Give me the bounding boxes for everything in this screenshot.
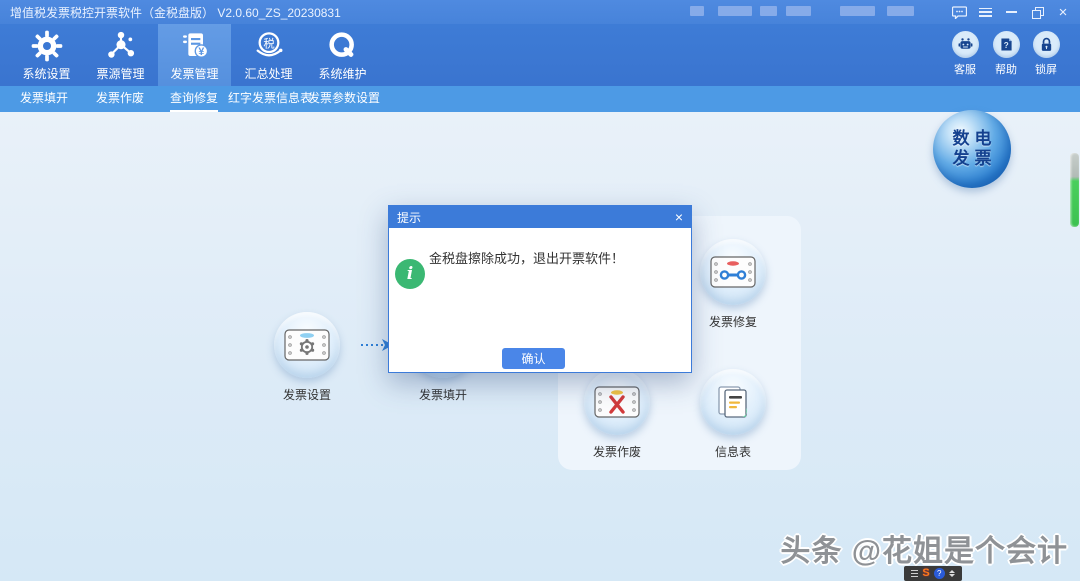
quick-item-help[interactable]: ? 帮助 (984, 24, 1028, 86)
svg-text:¥: ¥ (198, 46, 204, 58)
quick-item-label: 帮助 (995, 61, 1017, 77)
invoice-repair-icon (700, 239, 766, 305)
info-table-icon (700, 369, 766, 435)
close-button[interactable]: × (1050, 0, 1076, 24)
shortcut-label: 发票作废 (584, 443, 650, 460)
lock-icon (1033, 31, 1060, 58)
watermark-text: 头条 @花姐是个会计 (780, 526, 1068, 570)
redacted-block (887, 6, 914, 16)
title-bar: 增值税发票税控开票软件（金税盘版） V2.0.60_ZS_20230831 × (0, 0, 1080, 24)
shortcut-label: 发票设置 (274, 386, 340, 403)
shortcut-label: 发票填开 (410, 386, 476, 403)
wrench-icon (327, 28, 359, 64)
shortcut-invoice-settings[interactable]: 发票设置 (274, 312, 340, 403)
toolbar-item-invoice-management[interactable]: ¥ 发票管理 (158, 24, 231, 86)
invoice-settings-icon (274, 312, 340, 378)
app-window: 增值税发票税控开票软件（金税盘版） V2.0.60_ZS_20230831 × … (0, 0, 1080, 581)
tax-coin-icon: 税 (253, 28, 285, 64)
toolbar-item-label: 汇总处理 (244, 65, 292, 82)
shortcut-invoice-repair[interactable]: 发票修复 (700, 239, 766, 330)
digital-invoice-badge: 数电 发票 (933, 110, 1011, 188)
help-book-icon: ? (993, 31, 1020, 58)
quick-item-label: 锁屏 (1035, 61, 1057, 77)
ime-help-icon: ? (934, 568, 945, 579)
toolbar-item-summary-processing[interactable]: 税 汇总处理 (232, 24, 305, 86)
ime-toolbar[interactable]: S ? (904, 566, 962, 581)
robot-icon (952, 31, 979, 58)
submenu-item-red-letter-info[interactable]: 红字发票信息表 (228, 86, 312, 112)
dialog-title: 提示 (389, 209, 667, 226)
shortcut-label: 发票修复 (700, 313, 766, 330)
toolbar-item-system-maintenance[interactable]: 系统维护 (306, 24, 379, 86)
svg-text:?: ? (1003, 41, 1008, 50)
toolbar-item-system-settings[interactable]: 系统设置 (10, 24, 83, 86)
menu-icon[interactable] (972, 0, 998, 24)
info-icon: i (395, 259, 425, 289)
quick-item-label: 客服 (954, 61, 976, 77)
network-icon (105, 28, 137, 64)
redacted-block (690, 6, 704, 16)
toolbar-item-label: 票源管理 (96, 65, 144, 82)
shortcut-invoice-void[interactable]: 发票作废 (584, 369, 650, 460)
main-toolbar: 系统设置 票源管理 ¥ 发票管理 税 汇总处理 系统维护 (0, 24, 1080, 86)
quick-item-customer-service[interactable]: 客服 (943, 24, 987, 86)
badge-line1: 数电 (948, 129, 997, 149)
restore-button[interactable] (1024, 0, 1050, 24)
redacted-block (760, 6, 777, 16)
quick-item-lock-screen[interactable]: 锁屏 (1024, 24, 1068, 86)
ime-arrows-icon (949, 570, 955, 577)
shortcut-info-table[interactable]: 信息表 (700, 369, 766, 460)
badge-line2: 发票 (948, 149, 997, 169)
ime-menu-icon (911, 570, 918, 577)
minimize-button[interactable] (998, 0, 1024, 24)
shortcut-label: 信息表 (700, 443, 766, 460)
chat-icon[interactable] (946, 0, 972, 24)
prompt-dialog: 提示 × i 金税盘擦除成功，退出开票软件！ 确认 (388, 205, 692, 373)
submenu-item-query-repair[interactable]: 查询修复 (170, 86, 218, 112)
submenu-bar: 发票填开 发票作废 查询修复 红字发票信息表 发票参数设置 (0, 86, 1080, 112)
scroll-indicator[interactable] (1070, 153, 1079, 227)
redacted-block (840, 6, 875, 16)
gear-icon (31, 28, 63, 64)
invoice-void-icon (584, 369, 650, 435)
window-title: 增值税发票税控开票软件（金税盘版） V2.0.60_ZS_20230831 (0, 4, 341, 21)
redacted-block (718, 6, 752, 16)
submenu-item-invoice-void[interactable]: 发票作废 (96, 86, 144, 112)
submenu-item-invoice-params[interactable]: 发票参数设置 (308, 86, 380, 112)
dialog-close-button[interactable]: × (667, 209, 691, 225)
sogou-icon: S (922, 568, 929, 579)
confirm-button[interactable]: 确认 (502, 348, 565, 369)
dialog-message: 金税盘擦除成功，退出开票软件！ (429, 250, 679, 267)
toolbar-item-label: 系统设置 (22, 65, 70, 82)
toolbar-item-label: 系统维护 (318, 65, 366, 82)
submenu-item-invoice-fill[interactable]: 发票填开 (20, 86, 68, 112)
window-controls: × (946, 0, 1076, 24)
svg-text:税: 税 (263, 36, 274, 50)
redacted-block (786, 6, 811, 16)
toolbar-item-ticket-source[interactable]: 票源管理 (84, 24, 157, 86)
invoice-doc-icon: ¥ (179, 28, 211, 64)
toolbar-item-label: 发票管理 (170, 65, 218, 82)
dialog-title-bar: 提示 × (389, 206, 691, 228)
